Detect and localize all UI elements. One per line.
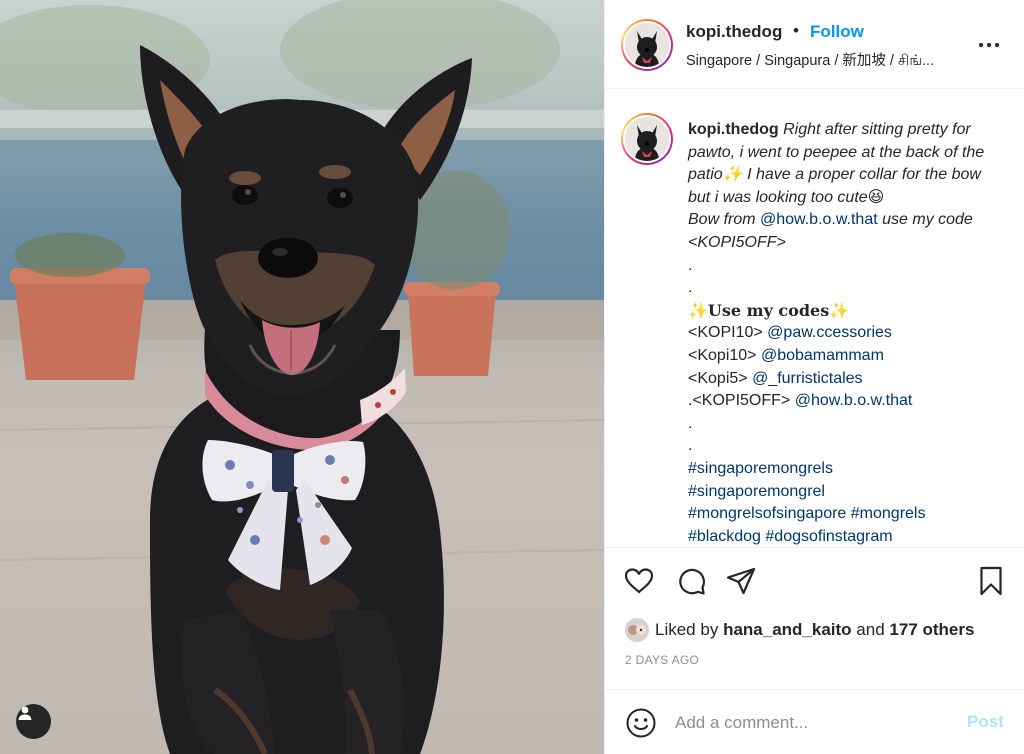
promo-code: <Kopi10> xyxy=(688,346,761,364)
emoji-smile-icon[interactable] xyxy=(625,707,657,739)
heart-icon[interactable] xyxy=(623,565,655,597)
post-header: kopi.thedog • Follow Singapore / Singapu… xyxy=(605,0,1024,89)
caption-line: <KOPI5OFF> xyxy=(688,233,786,251)
comment-bubble-icon[interactable] xyxy=(675,565,707,597)
dog-photo-illustration xyxy=(0,0,604,754)
caption-line: but i was looking too cute😆 xyxy=(688,188,885,206)
promo-code: <Kopi5> xyxy=(688,369,753,387)
hashtag-link[interactable]: #singaporemongrels xyxy=(688,458,998,481)
more-options-icon[interactable] xyxy=(977,34,1001,56)
comment-input[interactable] xyxy=(675,710,945,736)
post-timestamp[interactable]: 2 DAYS AGO xyxy=(625,653,699,667)
author-username[interactable]: kopi.thedog xyxy=(686,22,782,42)
caption-line: Bow from xyxy=(688,211,761,229)
author-avatar[interactable] xyxy=(621,19,673,71)
liker-avatar[interactable] xyxy=(625,618,649,642)
follow-button[interactable]: Follow xyxy=(810,22,864,42)
caption-text: kopi.thedog Right after sitting pretty f… xyxy=(688,119,998,547)
user-tag-icon[interactable] xyxy=(16,704,51,739)
person-glyph xyxy=(18,706,32,720)
mention-link[interactable]: @paw.ccessories xyxy=(767,324,892,341)
comment-bar: Post xyxy=(605,689,1024,754)
mention-link[interactable]: @how.b.o.w.that xyxy=(795,392,913,409)
post-sidebar: kopi.thedog • Follow Singapore / Singapu… xyxy=(604,0,1024,754)
location-link[interactable]: Singapore / Singapura / 新加坡 / சிங்... xyxy=(686,49,956,71)
caption-line: Right after sitting pretty for xyxy=(783,121,971,138)
caption-line: use my code xyxy=(877,211,973,229)
hashtag-link[interactable]: #blackdog #dogsofinstagram xyxy=(688,526,998,547)
caption-section: kopi.thedog Right after sitting pretty f… xyxy=(605,90,1024,547)
codes-heading: ✨𝐔𝐬𝐞 𝐦𝐲 𝐜𝐨𝐝𝐞𝐬✨ xyxy=(688,300,850,320)
likes-count[interactable]: 177 others xyxy=(889,620,974,640)
avatar-dog-image xyxy=(625,117,669,161)
likes-middle: and xyxy=(856,620,885,639)
caption-author-avatar[interactable] xyxy=(621,113,673,165)
caption-dot: . xyxy=(688,279,693,297)
caption-dot: . xyxy=(688,437,693,455)
promo-code: .<KOPI5OFF> xyxy=(688,392,795,410)
caption-line: pawto, i went to peepee at the back of t… xyxy=(688,143,985,161)
action-bar xyxy=(605,547,1024,607)
caption-dot: . xyxy=(688,414,693,432)
hashtag-link[interactable]: #singaporemongrel xyxy=(688,481,998,504)
likes-summary[interactable]: Liked by hana_and_kaito and 177 others xyxy=(625,617,974,643)
promo-code: <KOPI10> xyxy=(688,324,768,342)
post-photo[interactable] xyxy=(0,0,604,754)
mention-link[interactable]: @bobamammam xyxy=(761,347,884,364)
mention-link[interactable]: @_furristictales xyxy=(752,370,863,387)
liker-username[interactable]: hana_and_kaito xyxy=(723,620,852,640)
caption-username[interactable]: kopi.thedog xyxy=(688,121,779,138)
avatar-dog-image xyxy=(625,23,669,67)
caption-line: patio✨ I have a proper collar for the bo… xyxy=(688,166,981,184)
likes-prefix: Liked by xyxy=(655,620,719,639)
bookmark-icon[interactable] xyxy=(975,565,1007,597)
post-comment-button[interactable]: Post xyxy=(967,712,1004,732)
separator-dot: • xyxy=(793,21,799,40)
paper-plane-icon[interactable] xyxy=(725,565,757,597)
mention-link[interactable]: @how.b.o.w.that xyxy=(760,211,878,228)
caption-dot: . xyxy=(688,256,693,274)
hashtag-link[interactable]: #mongrelsofsingapore #mongrels xyxy=(688,503,998,526)
